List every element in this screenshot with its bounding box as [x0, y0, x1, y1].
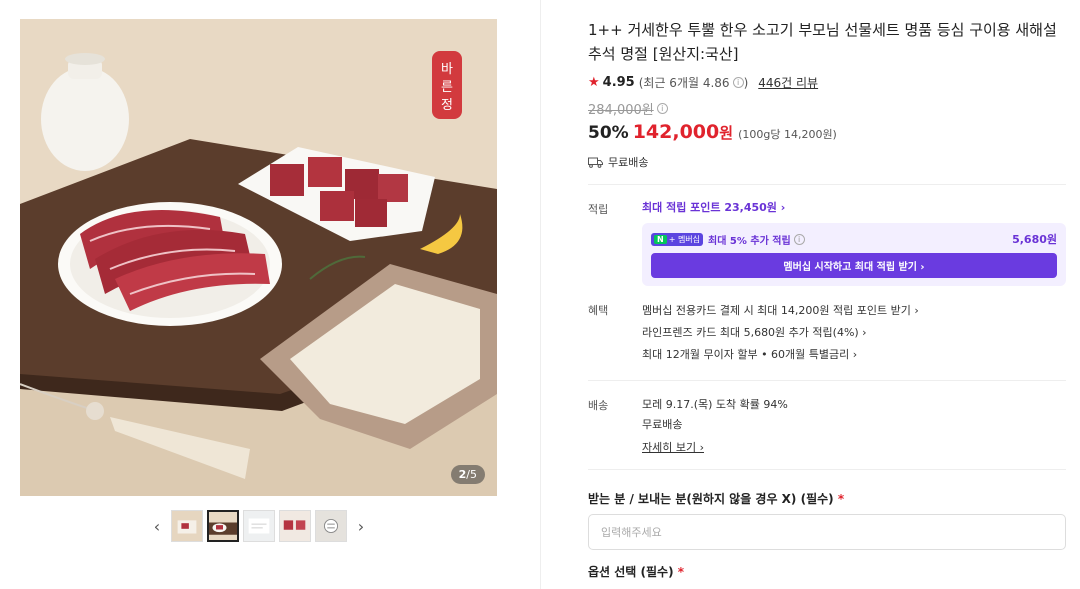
divider [588, 380, 1066, 381]
original-price: 284,000원 [588, 103, 654, 118]
benefits-section: 혜택 멤버십 전용카드 결제 시 최대 14,200원 적립 포인트 받기 › … [588, 300, 1066, 366]
delivery-section: 배송 모레 9.17.(목) 도착 확률 94% 무료배송 자세히 보기 › [588, 395, 1066, 455]
benefit-item-linefriends-card[interactable]: 라인프렌즈 카드 최대 5,680원 추가 적립(4%) › [642, 322, 1066, 344]
original-price-row: 284,000원 i [588, 99, 1066, 118]
divider [588, 469, 1066, 470]
sale-price: 142,000원 [632, 121, 734, 143]
benefits-label: 혜택 [588, 304, 609, 317]
hanwoo-gift-photo: 바 른 정 [20, 19, 497, 496]
thumbnail-strip: ‹ › [147, 510, 371, 542]
review-count-link[interactable]: 446건 리뷰 [758, 74, 818, 91]
product-info-panel: 1++ 거세한우 투뿔 한우 소고기 부모님 선물세트 명품 등심 구이용 새해… [588, 18, 1066, 580]
npay-membership-badge: N + 멤버십 [651, 232, 704, 246]
price-info-icon[interactable]: i [656, 103, 668, 114]
free-shipping-text: 무료배송 [608, 156, 649, 169]
image-page-counter: 2/5 [450, 465, 485, 484]
membership-info-icon[interactable]: i [793, 233, 805, 245]
brand-stamp-char-2: 른 [441, 80, 453, 95]
info-icon[interactable]: i [732, 77, 744, 88]
main-product-image[interactable]: 바 른 정 2/5 [20, 19, 497, 496]
thumbnail-prev-button[interactable]: ‹ [147, 510, 167, 542]
recipient-input[interactable] [588, 514, 1066, 550]
discount-rate: 50% [588, 123, 629, 143]
brand-stamp-char-1: 바 [441, 62, 453, 77]
delivery-label: 배송 [588, 399, 609, 412]
rating-value: 4.95 [602, 75, 635, 90]
brand-stamp-char-3: 정 [441, 98, 453, 113]
divider [588, 184, 1066, 185]
thumbnail-1[interactable] [171, 510, 203, 542]
unit-price: (100g당 14,200원) [738, 128, 837, 141]
thumbnail-4[interactable] [279, 510, 311, 542]
option-select-label: 옵션 선택 (필수) * [588, 565, 685, 579]
truck-icon [588, 157, 603, 168]
points-label: 적립 [588, 203, 609, 216]
delivery-fee: 무료배송 [642, 418, 683, 431]
benefit-item-card-points[interactable]: 멤버십 전용카드 결제 시 최대 14,200원 적립 포인트 받기 › [642, 300, 1066, 322]
recipient-field-label: 받는 분 / 보내는 분(원하지 않을 경우 X) (필수) * [588, 492, 845, 506]
max-points-link[interactable]: 최대 적립 포인트 23,450원 › [642, 199, 1066, 215]
benefit-item-installment[interactable]: 최대 12개월 무이자 할부 • 60개월 특별금리 › [642, 344, 1066, 366]
star-icon: ★ [588, 75, 600, 90]
delivery-arrival: 모레 9.17.(목) 도착 확률 94% [642, 398, 788, 411]
membership-amount: 5,680원 [1012, 233, 1057, 246]
product-gallery: 바 른 정 2/5 ‹ › [0, 0, 541, 589]
thumbnail-next-button[interactable]: › [351, 510, 371, 542]
rating-recent-close: ) [743, 75, 749, 90]
membership-box: N + 멤버십 최대 5% 추가 적립 i 5,680원 멤버십 시작하고 최대 … [642, 223, 1066, 286]
thumbnail-2[interactable] [207, 510, 239, 542]
rating-row: ★ 4.95 (최근 6개월 4.86 i ) 446건 리뷰 [588, 74, 1066, 91]
delivery-detail-link[interactable]: 자세히 보기 › [642, 439, 704, 455]
rating-recent: (최근 6개월 4.86 [638, 76, 730, 90]
free-shipping-row: 무료배송 [588, 154, 1066, 170]
thumbnail-5[interactable] [315, 510, 347, 542]
product-title: 1++ 거세한우 투뿔 한우 소고기 부모님 선물세트 명품 등심 구이용 새해… [588, 21, 1057, 63]
membership-extra-text: 최대 5% 추가 적립 [708, 235, 791, 247]
price-row: 50% 142,000원 (100g당 14,200원) [588, 121, 1066, 143]
points-section: 적립 최대 적립 포인트 23,450원 › N + 멤버십 최대 5% 추가 적… [588, 199, 1066, 286]
thumbnail-3[interactable] [243, 510, 275, 542]
start-membership-button[interactable]: 멤버십 시작하고 최대 적립 받기 › [651, 253, 1057, 278]
